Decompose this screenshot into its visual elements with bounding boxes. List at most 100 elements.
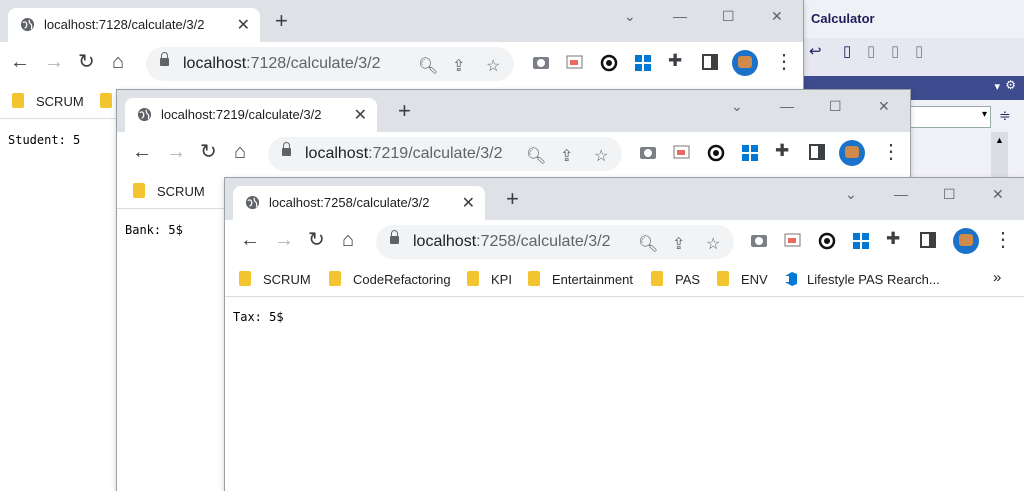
zoom-icon[interactable]: 🔍︎ [638,234,658,254]
link-icon[interactable] [707,144,725,167]
forward-button[interactable]: → [166,142,186,162]
globe-icon [137,107,152,127]
menu-icon[interactable]: ⋮ [774,52,794,72]
azure-devops-icon [783,271,799,290]
vs-undo-icon[interactable]: ↩ [809,42,822,60]
puzzle-icon[interactable]: ✚ [886,229,900,249]
maximize-button[interactable]: ☐ [943,186,956,203]
address-bar[interactable]: localhost:7258/calculate/3/2 🔍︎ ⇪ ☆ [376,225,734,259]
reload-button[interactable]: ↻ [200,142,217,162]
vs-clear-bookmark-icon[interactable]: ▯ [915,42,923,60]
tab-close-icon[interactable]: ✕ [354,105,367,125]
tab-search-icon[interactable]: ⌄ [845,186,857,203]
bookmark-entertainment[interactable]: Entertainment [528,271,633,287]
tab-active[interactable]: localhost:7258/calculate/3/2 ✕ [233,186,485,220]
bookmarks-overflow-button[interactable]: » [993,269,1001,286]
vs-combobox[interactable]: ▾ [909,106,991,128]
reload-button[interactable]: ↻ [78,52,95,72]
star-icon[interactable]: ☆ [486,56,500,76]
side-panel-icon[interactable] [920,232,936,253]
home-button[interactable]: ⌂ [342,230,354,250]
tab-active[interactable]: localhost:7128/calculate/3/2 ✕ [8,8,260,42]
close-window-button[interactable]: ✕ [771,8,783,25]
windows-icon[interactable] [634,54,652,77]
screenshot-icon[interactable] [566,54,584,75]
tab-search-icon[interactable]: ⌄ [731,98,743,115]
tab-strip: localhost:7128/calculate/3/2 ✕ + ⌄ — ☐ ✕ [0,0,803,42]
avatar[interactable] [732,50,758,76]
back-button[interactable]: ← [132,142,152,162]
bookmark-env[interactable]: ENV [717,271,768,287]
url-text[interactable]: localhost:7128/calculate/3/2 [183,55,380,73]
windows-icon[interactable] [741,144,759,167]
camera-icon[interactable] [532,54,550,75]
vs-scroll-up-icon[interactable]: ▲ [995,135,1004,145]
globe-icon [245,195,260,215]
vs-next-bookmark-icon[interactable]: ▯ [891,42,899,60]
camera-icon[interactable] [639,144,657,165]
address-bar[interactable]: localhost:7219/calculate/3/2 🔍︎ ⇪ ☆ [268,137,622,171]
puzzle-icon[interactable]: ✚ [668,51,682,71]
bookmark-kpi[interactable]: KPI [467,271,512,287]
vs-title: Calculator [811,11,875,26]
bookmark-pas[interactable]: PAS [651,271,700,287]
avatar[interactable] [953,228,979,254]
maximize-button[interactable]: ☐ [722,8,735,25]
bookmark-scrum[interactable]: SCRUM [12,93,84,109]
menu-icon[interactable]: ⋮ [881,142,901,162]
screenshot-icon[interactable] [673,144,691,165]
puzzle-icon[interactable]: ✚ [775,141,789,161]
url-text[interactable]: localhost:7258/calculate/3/2 [413,233,610,251]
share-icon[interactable]: ⇪ [560,146,573,166]
forward-button[interactable]: → [274,230,294,250]
tab-close-icon[interactable]: ✕ [237,15,250,35]
url-text[interactable]: localhost:7219/calculate/3/2 [305,145,502,163]
zoom-icon[interactable]: 🔍︎ [526,146,546,166]
new-tab-button[interactable]: + [506,188,519,210]
close-window-button[interactable]: ✕ [878,98,890,115]
side-panel-icon[interactable] [702,54,718,75]
reload-button[interactable]: ↻ [308,230,325,250]
vs-settings-icon[interactable]: ⚙ [1005,78,1016,92]
forward-button[interactable]: → [44,52,64,72]
tab-close-icon[interactable]: ✕ [462,193,475,213]
zoom-icon[interactable]: 🔍︎ [418,56,438,76]
home-button[interactable]: ⌂ [234,142,246,162]
maximize-button[interactable]: ☐ [829,98,842,115]
vs-scrollbar[interactable]: ▲ [991,132,1008,177]
vs-dropdown-icon[interactable]: ▾ [994,80,1000,93]
share-icon[interactable]: ⇪ [672,234,685,254]
new-tab-button[interactable]: + [275,10,288,32]
star-icon[interactable]: ☆ [706,234,720,254]
side-panel-icon[interactable] [809,144,825,165]
link-icon[interactable] [600,54,618,77]
vs-split-icon[interactable]: ≑ [999,107,1011,124]
globe-icon [20,17,35,37]
bookmark-coderefactoring[interactable]: CodeRefactoring [329,271,451,287]
bookmark-scrum[interactable]: SCRUM [239,271,311,287]
avatar[interactable] [839,140,865,166]
vs-prev-bookmark-icon[interactable]: ▯ [867,42,875,60]
folder-icon [329,271,341,286]
bookmark-scrum[interactable]: SCRUM [133,183,205,199]
bookmark-lifestyle-pas[interactable]: Lifestyle PAS Rearch... [783,271,940,290]
minimize-button[interactable]: — [780,98,794,114]
minimize-button[interactable]: — [894,186,908,202]
vs-bookmark-icon[interactable]: ▯ [843,42,851,60]
screenshot-icon[interactable] [784,232,802,253]
tab-active[interactable]: localhost:7219/calculate/3/2 ✕ [125,98,377,132]
new-tab-button[interactable]: + [398,100,411,122]
tab-search-icon[interactable]: ⌄ [624,8,636,25]
share-icon[interactable]: ⇪ [452,56,465,76]
camera-icon[interactable] [750,232,768,253]
star-icon[interactable]: ☆ [594,146,608,166]
close-window-button[interactable]: ✕ [992,186,1004,203]
minimize-button[interactable]: — [673,8,687,24]
windows-icon[interactable] [852,232,870,255]
back-button[interactable]: ← [10,52,30,72]
link-icon[interactable] [818,232,836,255]
address-bar[interactable]: localhost:7128/calculate/3/2 🔍︎ ⇪ ☆ [146,47,514,81]
menu-icon[interactable]: ⋮ [993,230,1013,250]
back-button[interactable]: ← [240,230,260,250]
home-button[interactable]: ⌂ [112,52,124,72]
